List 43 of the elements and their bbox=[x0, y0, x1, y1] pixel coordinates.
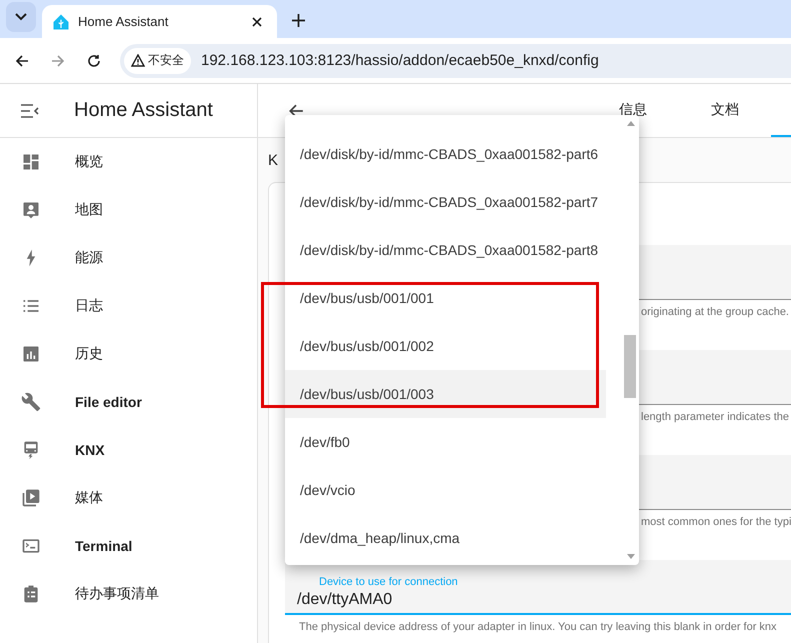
play-media-icon bbox=[21, 488, 41, 508]
scroll-up-icon bbox=[627, 121, 635, 126]
helper-text: length parameter indicates the bbox=[641, 411, 789, 424]
map-person-icon bbox=[21, 200, 41, 220]
chevron-down-icon bbox=[15, 13, 27, 21]
warning-icon bbox=[131, 54, 145, 67]
dashboard-icon bbox=[21, 152, 41, 172]
arrow-right-icon bbox=[51, 54, 65, 68]
header-tab[interactable]: 文档 bbox=[679, 84, 771, 137]
url-text: 192.168.123.103:8123/hassio/addon/ecaeb50e_knxd/config bbox=[201, 52, 599, 69]
wrench-icon bbox=[21, 392, 41, 412]
house-icon bbox=[52, 12, 70, 30]
sidebar-item[interactable]: 媒体 bbox=[0, 474, 257, 522]
scroll-thumb[interactable] bbox=[624, 335, 636, 398]
field-label: Device to use for connection bbox=[318, 576, 459, 588]
reload-icon bbox=[87, 54, 101, 68]
sidebar-item[interactable]: 概览 bbox=[0, 138, 257, 186]
sidebar-item[interactable]: File editor bbox=[0, 378, 257, 426]
helper-text: most common ones for the typi bbox=[641, 516, 791, 529]
address-bar[interactable]: 不安全 192.168.123.103:8123/hassio/addon/ecaeb50e_knxd/config bbox=[120, 44, 791, 78]
sidebar-item[interactable]: 日志 bbox=[0, 282, 257, 330]
section-heading: K bbox=[268, 152, 278, 171]
security-chip[interactable]: 不安全 bbox=[124, 48, 191, 74]
helper-text: originating at the group cache. bbox=[641, 306, 789, 319]
field-value: /dev/ttyAMA0 bbox=[297, 591, 394, 609]
browser-tab[interactable]: Home Assistant bbox=[42, 5, 277, 38]
menu-icon bbox=[21, 104, 39, 118]
plus-icon bbox=[292, 14, 304, 26]
tab-list-button[interactable] bbox=[6, 2, 36, 32]
sidebar-item[interactable]: 历史 bbox=[0, 330, 257, 378]
sidebar-item[interactable]: 地图 bbox=[0, 186, 257, 234]
close-icon bbox=[252, 16, 262, 26]
helper-text: The physical device address of your adapter in linux. You can try leaving this blank in order for knx bbox=[299, 621, 777, 634]
sidebar-item[interactable]: KNX bbox=[0, 426, 257, 474]
tab-title: Home Assistant bbox=[78, 14, 170, 29]
sidebar-item[interactable]: Terminal bbox=[0, 522, 257, 570]
app-title: Home Assistant bbox=[74, 99, 213, 122]
sidebar-item[interactable]: 待办事项清单 bbox=[0, 570, 257, 618]
bar-chart-icon bbox=[21, 344, 41, 364]
input-field[interactable]: Device to use for connection /dev/ttyAMA0 bbox=[285, 560, 791, 615]
dropdown-option[interactable]: /dev/bus/usb/001/003 bbox=[285, 370, 606, 418]
sidebar-item[interactable]: 能源 bbox=[0, 234, 257, 282]
arrow-left-icon bbox=[15, 54, 29, 68]
